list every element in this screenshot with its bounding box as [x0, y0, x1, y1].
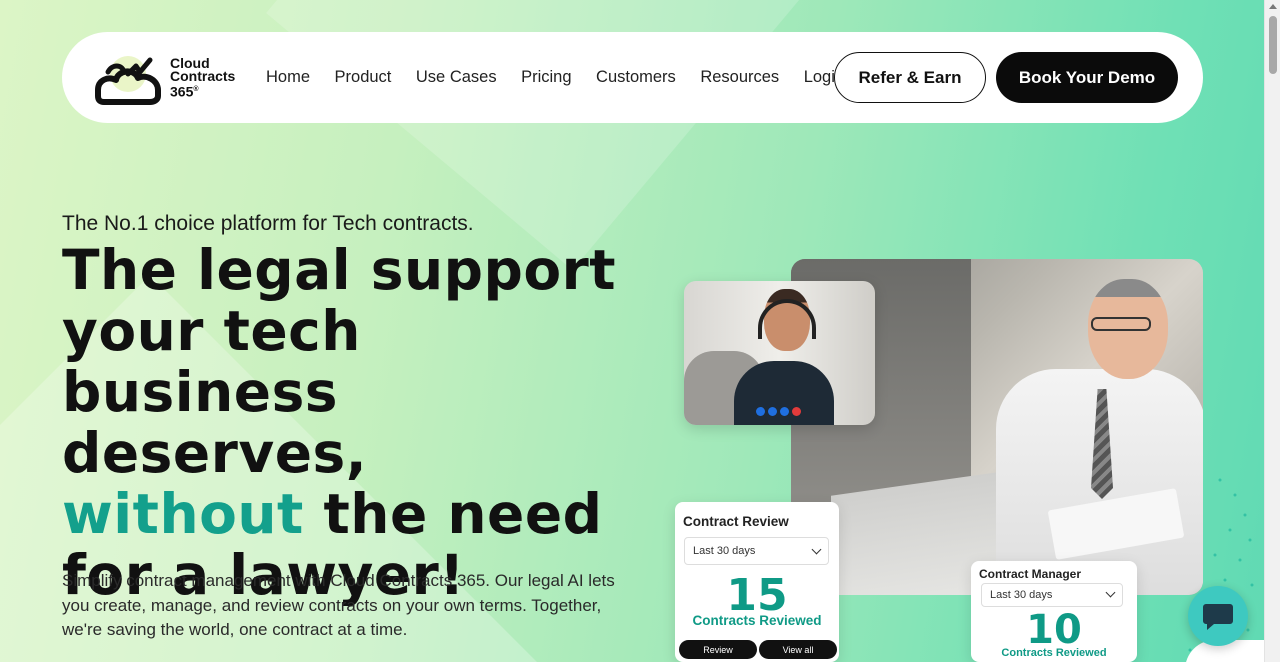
hero-subtext: Simplify contract management with Cloud …: [62, 571, 615, 639]
manager-count-label: Contracts Reviewed: [1001, 647, 1107, 659]
review-count-label: Contracts Reviewed: [692, 613, 822, 628]
logo-line3: 365®: [170, 83, 199, 100]
date-range-value: Last 30 days: [693, 545, 756, 557]
contract-manager-card: Contract Manager Last 30 days 10 Contrac…: [971, 561, 1137, 662]
nav-links: Home Product Use Cases Pricing Customers…: [266, 68, 869, 87]
card-actions: Review View all: [679, 640, 837, 659]
chat-button[interactable]: [1188, 586, 1248, 646]
logo-text: Cloud Contracts 365®: [170, 56, 236, 100]
screen-share-icon: [780, 407, 789, 416]
headline-accent: without: [62, 482, 304, 546]
end-call-icon: [792, 407, 801, 416]
nav-customers[interactable]: Customers: [596, 68, 676, 87]
nav-home[interactable]: Home: [266, 68, 310, 87]
chat-icon: [1203, 604, 1233, 630]
logo-line2: Contracts: [170, 68, 236, 85]
call-controls: [756, 407, 801, 416]
chevron-down-icon: [811, 544, 822, 555]
hero-headline: The legal support your tech business des…: [62, 240, 622, 606]
date-range-select[interactable]: Last 30 days: [684, 537, 829, 565]
date-range-select[interactable]: Last 30 days: [981, 583, 1123, 607]
nav-use-cases[interactable]: Use Cases: [416, 68, 497, 87]
hero-tagline: The No.1 choice platform for Tech contra…: [62, 212, 474, 235]
nav-resources[interactable]: Resources: [700, 68, 779, 87]
review-button[interactable]: Review: [679, 640, 757, 659]
date-range-value: Last 30 days: [990, 589, 1053, 601]
contract-review-card: Contract Review Last 30 days 15 Contract…: [675, 502, 839, 662]
navbar: Cloud Contracts 365® Home Product Use Ca…: [62, 32, 1203, 123]
card-title: Contract Manager: [979, 567, 1082, 581]
nav-product[interactable]: Product: [335, 68, 392, 87]
mic-icon: [756, 407, 765, 416]
chevron-down-icon: [1105, 587, 1116, 598]
refer-earn-button[interactable]: Refer & Earn: [834, 52, 986, 103]
video-call-photo: [684, 281, 875, 425]
headline-part1: The legal support your tech business des…: [62, 238, 617, 485]
book-demo-button[interactable]: Book Your Demo: [996, 52, 1178, 103]
registered-mark: ®: [193, 86, 199, 94]
logo[interactable]: Cloud Contracts 365®: [94, 50, 244, 106]
view-all-button[interactable]: View all: [759, 640, 837, 659]
camera-icon: [768, 407, 777, 416]
scrollbar-thumb[interactable]: [1269, 16, 1277, 74]
cloud-logo-icon: [95, 56, 161, 105]
page-scrollbar[interactable]: [1264, 0, 1280, 662]
card-title: Contract Review: [683, 514, 789, 529]
scroll-up-icon[interactable]: [1269, 4, 1277, 9]
nav-pricing[interactable]: Pricing: [521, 68, 571, 87]
